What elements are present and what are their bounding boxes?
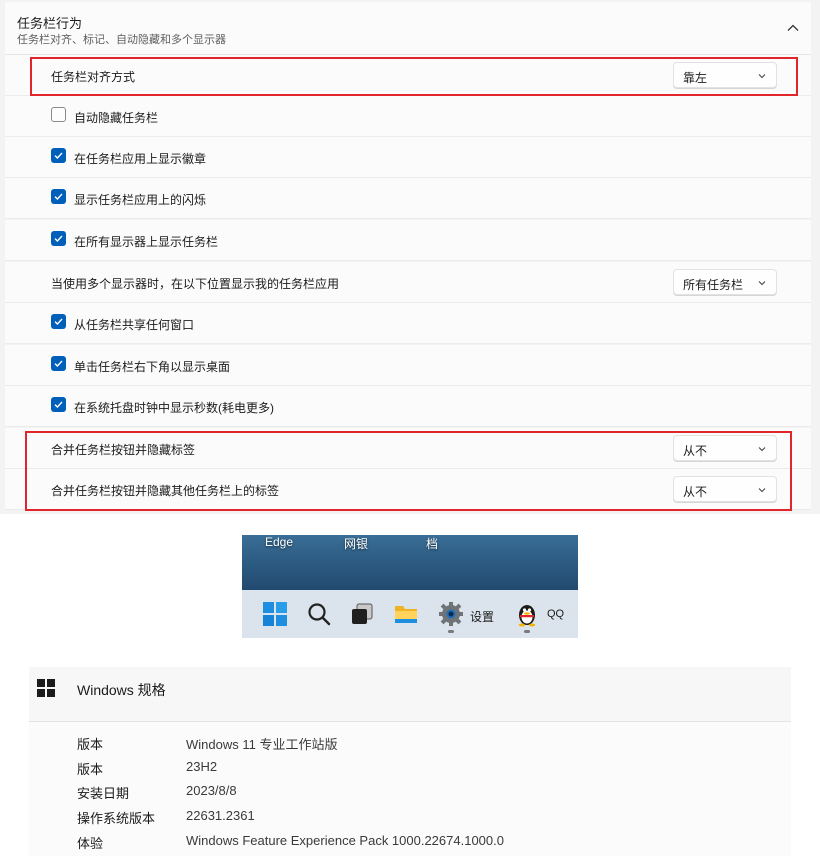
taskbar: 设置 QQ: [242, 590, 578, 638]
multi-display-apps-row: 当使用多个显示器时，在以下位置显示我的任务栏应用 所有任务栏: [5, 262, 811, 303]
show-desktop-corner-checkbox[interactable]: [51, 356, 66, 371]
checkmark-icon: [54, 235, 63, 243]
combine-buttons-label: 合并任务栏按钮并隐藏标签: [51, 443, 196, 457]
share-window-row[interactable]: 从任务栏共享任何窗口: [5, 303, 811, 344]
spec-value-edition: Windows 11 专业工作站版: [186, 737, 338, 752]
settings-gear-icon[interactable]: [438, 601, 464, 627]
auto-hide-row[interactable]: 自动隐藏任务栏: [5, 96, 811, 137]
spec-value-install-date: 2023/8/8: [186, 783, 237, 798]
chevron-down-icon: [758, 447, 766, 452]
search-icon[interactable]: [306, 601, 332, 627]
windows-spec-header[interactable]: Windows 规格: [29, 667, 791, 722]
spec-value-version: 23H2: [186, 759, 218, 774]
taskbar-alignment-label: 任务栏对齐方式: [51, 70, 136, 84]
desktop-label-bank[interactable]: 网银: [344, 535, 368, 552]
spec-key-edition: 版本: [77, 737, 104, 752]
show-desktop-corner-row[interactable]: 单击任务栏右下角以显示桌面: [5, 345, 811, 386]
qq-penguin-icon[interactable]: [514, 601, 540, 627]
running-indicator: [524, 630, 530, 633]
combine-buttons-other-label: 合并任务栏按钮并隐藏其他任务栏上的标签: [51, 484, 280, 498]
show-badges-label: 在任务栏应用上显示徽章: [74, 152, 207, 166]
chevron-down-icon: [758, 488, 766, 493]
spec-key-experience: 体验: [77, 836, 104, 851]
spec-value-experience: Windows Feature Experience Pack 1000.226…: [186, 833, 504, 848]
settings-taskbar-label[interactable]: 设置: [470, 608, 494, 625]
desktop-label-edge[interactable]: Edge: [265, 535, 293, 549]
multi-display-apps-dropdown[interactable]: 所有任务栏: [673, 269, 777, 295]
chevron-up-icon[interactable]: [785, 20, 801, 36]
checkmark-icon: [54, 401, 63, 409]
checkmark-icon: [54, 193, 63, 201]
section-subtitle: 任务栏对齐、标记、自动隐藏和多个显示器: [17, 34, 226, 46]
taskbar-alignment-dropdown[interactable]: 靠左: [673, 62, 777, 88]
dropdown-value: 从不: [683, 485, 708, 499]
show-flashing-label: 显示任务栏应用上的闪烁: [74, 193, 207, 207]
show-seconds-row[interactable]: 在系统托盘时钟中显示秒数(耗电更多): [5, 386, 811, 427]
dropdown-value: 所有任务栏: [683, 278, 744, 292]
show-on-all-displays-checkbox[interactable]: [51, 231, 66, 246]
auto-hide-checkbox[interactable]: [51, 107, 66, 122]
taskbar-behavior-header[interactable]: 任务栏行为 任务栏对齐、标记、自动隐藏和多个显示器: [5, 2, 811, 55]
show-on-all-displays-label: 在所有显示器上显示任务栏: [74, 235, 219, 249]
show-badges-row[interactable]: 在任务栏应用上显示徽章: [5, 137, 811, 178]
file-explorer-icon[interactable]: [393, 601, 419, 627]
checkmark-icon: [54, 360, 63, 368]
qq-taskbar-label[interactable]: QQ: [547, 608, 564, 620]
taskbar-alignment-row: 任务栏对齐方式 靠左: [5, 55, 811, 96]
show-seconds-checkbox[interactable]: [51, 397, 66, 412]
dropdown-value: 从不: [683, 444, 708, 458]
checkmark-icon: [54, 318, 63, 326]
desktop-background: Edge 网银 档: [242, 535, 578, 590]
windows-spec-body: 版本 Windows 11 专业工作站版 版本 23H2 安装日期 2023/8…: [29, 722, 791, 856]
auto-hide-label: 自动隐藏任务栏: [74, 111, 159, 125]
spec-key-os-build: 操作系统版本: [77, 811, 156, 826]
dropdown-value: 靠左: [683, 71, 708, 85]
show-badges-checkbox[interactable]: [51, 148, 66, 163]
taskbar-behavior-panel: 任务栏行为 任务栏对齐、标记、自动隐藏和多个显示器 任务栏对齐方式 靠左 自动隐…: [0, 0, 820, 514]
combine-buttons-other-row: 合并任务栏按钮并隐藏其他任务栏上的标签 从不: [5, 469, 811, 510]
combine-buttons-row: 合并任务栏按钮并隐藏标签 从不: [5, 428, 811, 469]
show-seconds-label: 在系统托盘时钟中显示秒数(耗电更多): [74, 401, 274, 415]
running-indicator: [448, 630, 454, 633]
task-view-icon[interactable]: [349, 601, 375, 627]
show-flashing-checkbox[interactable]: [51, 189, 66, 204]
share-window-label: 从任务栏共享任何窗口: [74, 318, 195, 332]
show-on-all-displays-row[interactable]: 在所有显示器上显示任务栏: [5, 220, 811, 261]
show-desktop-corner-label: 单击任务栏右下角以显示桌面: [74, 360, 231, 374]
spec-value-os-build: 22631.2361: [186, 808, 255, 823]
chevron-down-icon: [758, 74, 766, 79]
windows-start-icon[interactable]: [262, 601, 288, 627]
multi-display-apps-label: 当使用多个显示器时，在以下位置显示我的任务栏应用: [51, 277, 340, 291]
desktop-label-doc[interactable]: 档: [426, 535, 438, 552]
show-flashing-row[interactable]: 显示任务栏应用上的闪烁: [5, 178, 811, 219]
section-title: 任务栏行为: [17, 16, 83, 31]
combine-buttons-dropdown[interactable]: 从不: [673, 435, 777, 461]
spec-key-version: 版本: [77, 762, 104, 777]
chevron-down-icon: [758, 281, 766, 286]
share-window-checkbox[interactable]: [51, 314, 66, 329]
checkmark-icon: [54, 152, 63, 160]
combine-buttons-other-dropdown[interactable]: 从不: [673, 476, 777, 502]
windows-spec-title: Windows 规格: [77, 682, 166, 698]
spec-key-install-date: 安装日期: [77, 786, 130, 801]
taskbar-preview: Edge 网银 档 设置 QQ: [242, 535, 578, 638]
windows-logo-icon: [37, 679, 55, 697]
